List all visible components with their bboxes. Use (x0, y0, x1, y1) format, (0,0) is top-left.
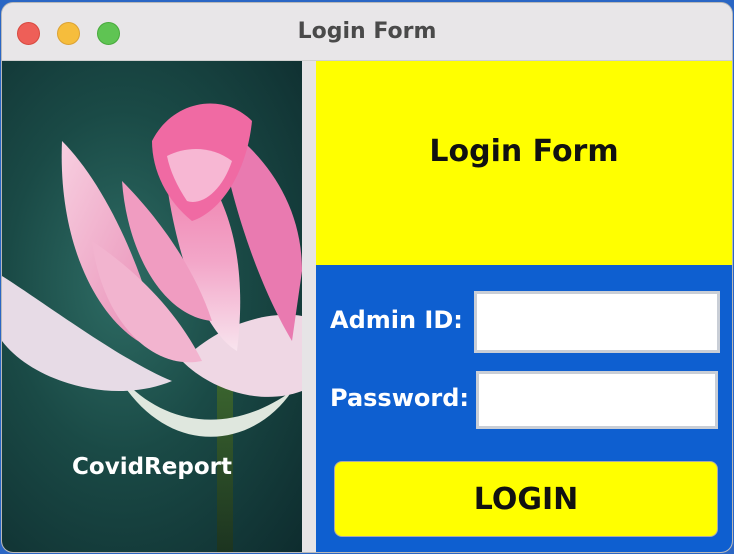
login-form-panel: Login Form Admin ID: Password: LOGIN (316, 61, 732, 552)
title-bar: Login Form (2, 3, 732, 61)
flower-image-panel: CovidReport (2, 61, 302, 552)
form-title: Login Form (429, 134, 619, 169)
app-caption: CovidReport (72, 454, 232, 480)
admin-id-label: Admin ID: (330, 306, 463, 334)
password-input[interactable] (476, 371, 718, 429)
login-button[interactable]: LOGIN (334, 461, 718, 537)
password-label: Password: (330, 384, 469, 412)
window-title: Login Form (297, 19, 437, 44)
login-window: Login Form CovidReport Login Form Admin … (2, 3, 732, 552)
form-header: Login Form (316, 61, 732, 265)
admin-id-input[interactable] (474, 291, 720, 353)
panel-divider (302, 61, 316, 552)
